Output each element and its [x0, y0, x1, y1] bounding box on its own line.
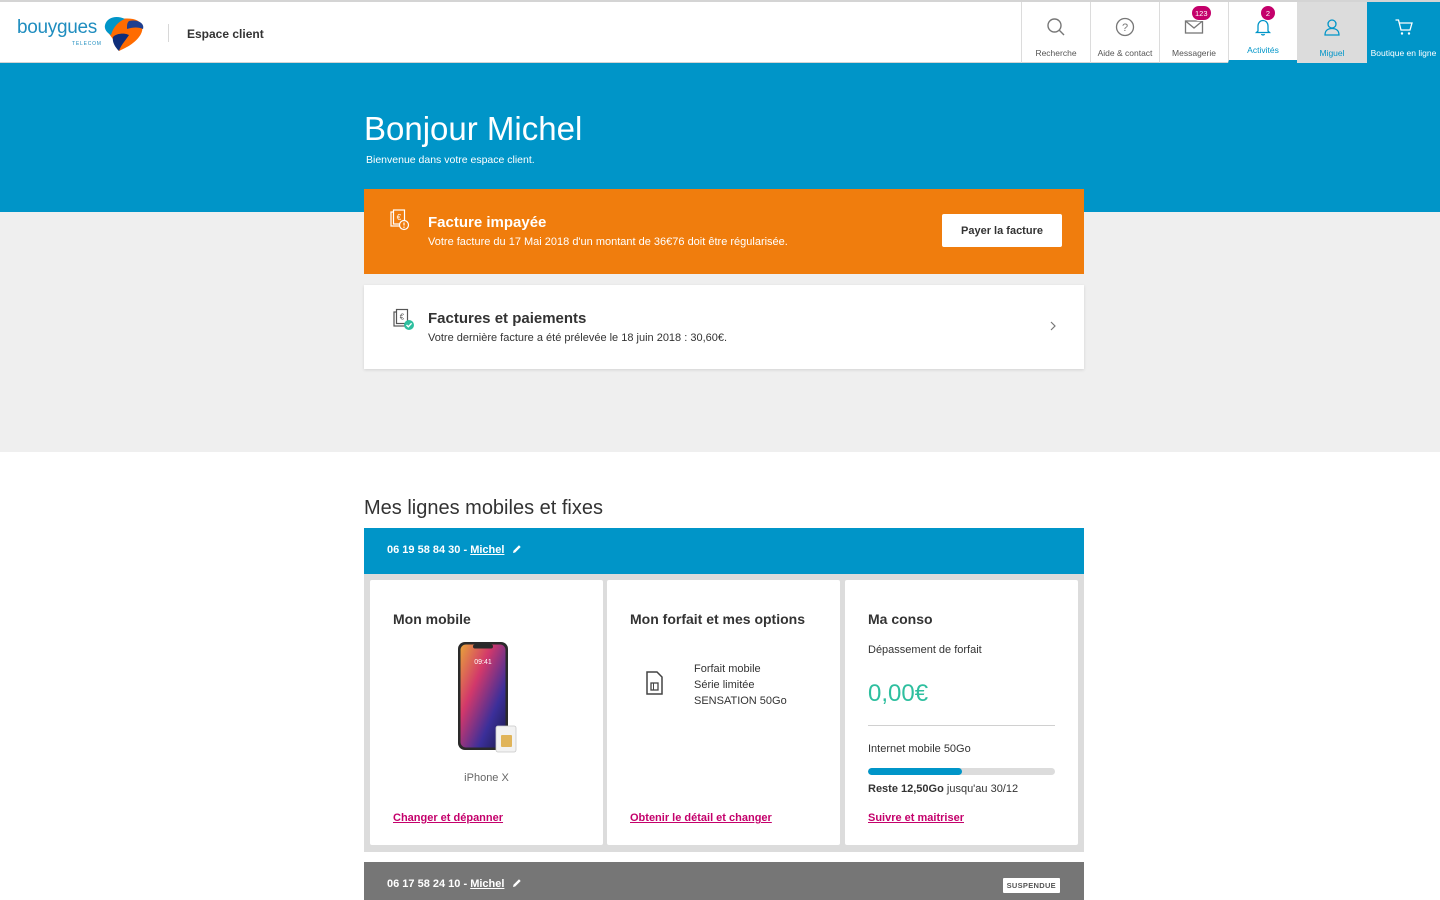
- nav-messages[interactable]: 123 Messagerie: [1159, 2, 1228, 63]
- nav-shop[interactable]: Boutique en ligne: [1366, 2, 1440, 63]
- unpaid-text: Votre facture du 17 Mai 2018 d'un montan…: [428, 236, 788, 248]
- plan-tile-title: Mon forfait et mes options: [630, 611, 805, 627]
- lines-section-title: Mes lignes mobiles et fixes: [364, 497, 603, 519]
- cart-icon: [1395, 19, 1413, 35]
- data-allowance-label: Internet mobile 50Go: [868, 743, 971, 755]
- activities-badge: 2: [1260, 5, 1276, 21]
- line-header-suspended: 06 17 58 24 10 - Michel SUSPENDUE: [364, 862, 1084, 900]
- bills-payments-card[interactable]: € Factures et paiements Votre dernière f…: [364, 285, 1084, 369]
- line-user-link[interactable]: Michel: [470, 544, 504, 556]
- svg-text:€: €: [397, 213, 402, 222]
- phone-model-name: iPhone X: [464, 772, 509, 784]
- iphone-time: 09:41: [474, 659, 492, 666]
- line2-number-text: 06 17 58 24 10 -: [387, 878, 471, 890]
- consumption-tile-title: Ma conso: [868, 611, 933, 627]
- mobile-tile: Mon mobile 09:41 iPhone X Changer et dép…: [370, 580, 603, 845]
- line-number: 06 19 58 84 30 - Michel: [387, 544, 522, 556]
- plan-line-2: Série limitée: [694, 679, 755, 691]
- consumption-tile: Ma conso Dépassement de forfait 0,00€ In…: [845, 580, 1078, 845]
- plan-tile: Mon forfait et mes options Forfait mobil…: [607, 580, 840, 845]
- chevron-right-icon: [1050, 321, 1056, 331]
- plan-line-1: Forfait mobile: [694, 663, 761, 675]
- overage-label: Dépassement de forfait: [868, 644, 982, 656]
- edit-pencil-icon[interactable]: [512, 878, 522, 888]
- change-repair-link[interactable]: Changer et dépanner: [393, 812, 503, 824]
- nav-activities[interactable]: 2 Activités: [1228, 2, 1297, 63]
- bill-euro-icon: €: [390, 209, 410, 231]
- messages-badge: 123: [1191, 5, 1212, 21]
- data-remaining-date: jusqu'au 30/12: [943, 783, 1019, 795]
- user-icon: [1324, 19, 1340, 36]
- header-nav: Recherche ? Aide & contact 123 Messageri…: [1021, 2, 1440, 63]
- help-icon: ?: [1115, 17, 1135, 37]
- nav-shop-label: Boutique en ligne: [1370, 48, 1437, 58]
- data-remaining: Reste 12,50Go jusqu'au 30/12: [868, 783, 1018, 795]
- search-icon: [1047, 18, 1065, 36]
- plan-line-3: SENSATION 50Go: [694, 695, 787, 707]
- logo-text: bouygues: [17, 17, 98, 38]
- unpaid-bill-alert: € Facture impayée Votre facture du 17 Ma…: [364, 189, 1084, 274]
- nav-account[interactable]: Miguel: [1297, 2, 1366, 63]
- line-header: 06 19 58 84 30 - Michel: [364, 528, 1084, 574]
- suspended-status-badge: SUSPENDUE: [1002, 878, 1060, 893]
- mobile-tile-title: Mon mobile: [393, 611, 471, 627]
- line-details: Mon mobile 09:41 iPhone X Changer et dép…: [364, 574, 1084, 852]
- bills-text: Votre dernière facture a été prélevée le…: [428, 332, 728, 344]
- sim-card-icon: [646, 671, 663, 695]
- edit-pencil-icon[interactable]: [512, 544, 522, 554]
- overage-amount: 0,00€: [868, 680, 929, 707]
- line2-number: 06 17 58 24 10 - Michel: [387, 878, 522, 890]
- data-usage-bar-fill: [868, 768, 962, 775]
- section-title: Espace client: [187, 27, 264, 41]
- svg-text:?: ?: [1122, 22, 1128, 34]
- nav-help-label: Aide & contact: [1097, 48, 1153, 58]
- nav-account-label: Miguel: [1319, 48, 1345, 58]
- header-divider: [168, 24, 169, 42]
- bill-paid-icon: €: [393, 308, 414, 330]
- svg-text:€: €: [400, 313, 405, 322]
- plan-description: Forfait mobile Série limitée SENSATION 5…: [694, 661, 787, 709]
- consumption-divider: [868, 725, 1055, 726]
- greeting-title: Bonjour Michel: [364, 110, 583, 147]
- bills-title: Factures et paiements: [428, 310, 587, 327]
- data-remaining-amount: Reste 12,50Go: [868, 783, 944, 795]
- nav-help[interactable]: ? Aide & contact: [1090, 2, 1159, 63]
- greeting-subtitle: Bienvenue dans votre espace client.: [366, 154, 535, 166]
- nav-activities-label: Activités: [1247, 45, 1279, 55]
- top-header: bouygues TELECOM Espace client Recherche…: [0, 0, 1440, 63]
- plan-detail-link[interactable]: Obtenir le détail et changer: [630, 812, 772, 824]
- nav-messages-label: Messagerie: [1172, 48, 1216, 58]
- line-number-text: 06 19 58 84 30 -: [387, 544, 471, 556]
- bouygues-logo[interactable]: bouygues TELECOM: [17, 13, 145, 53]
- unpaid-title: Facture impayée: [428, 214, 547, 231]
- data-usage-bar: [868, 768, 1055, 775]
- pay-bill-button[interactable]: Payer la facture: [942, 214, 1062, 247]
- logo-subtext: TELECOM: [72, 41, 102, 47]
- nav-search[interactable]: Recherche: [1021, 2, 1090, 63]
- iphone-image: 09:41: [458, 642, 517, 753]
- line2-user-link[interactable]: Michel: [470, 878, 504, 890]
- track-control-link[interactable]: Suivre et maitriser: [868, 812, 964, 824]
- logo-mark-icon: [104, 17, 144, 51]
- nav-search-label: Recherche: [1035, 48, 1077, 58]
